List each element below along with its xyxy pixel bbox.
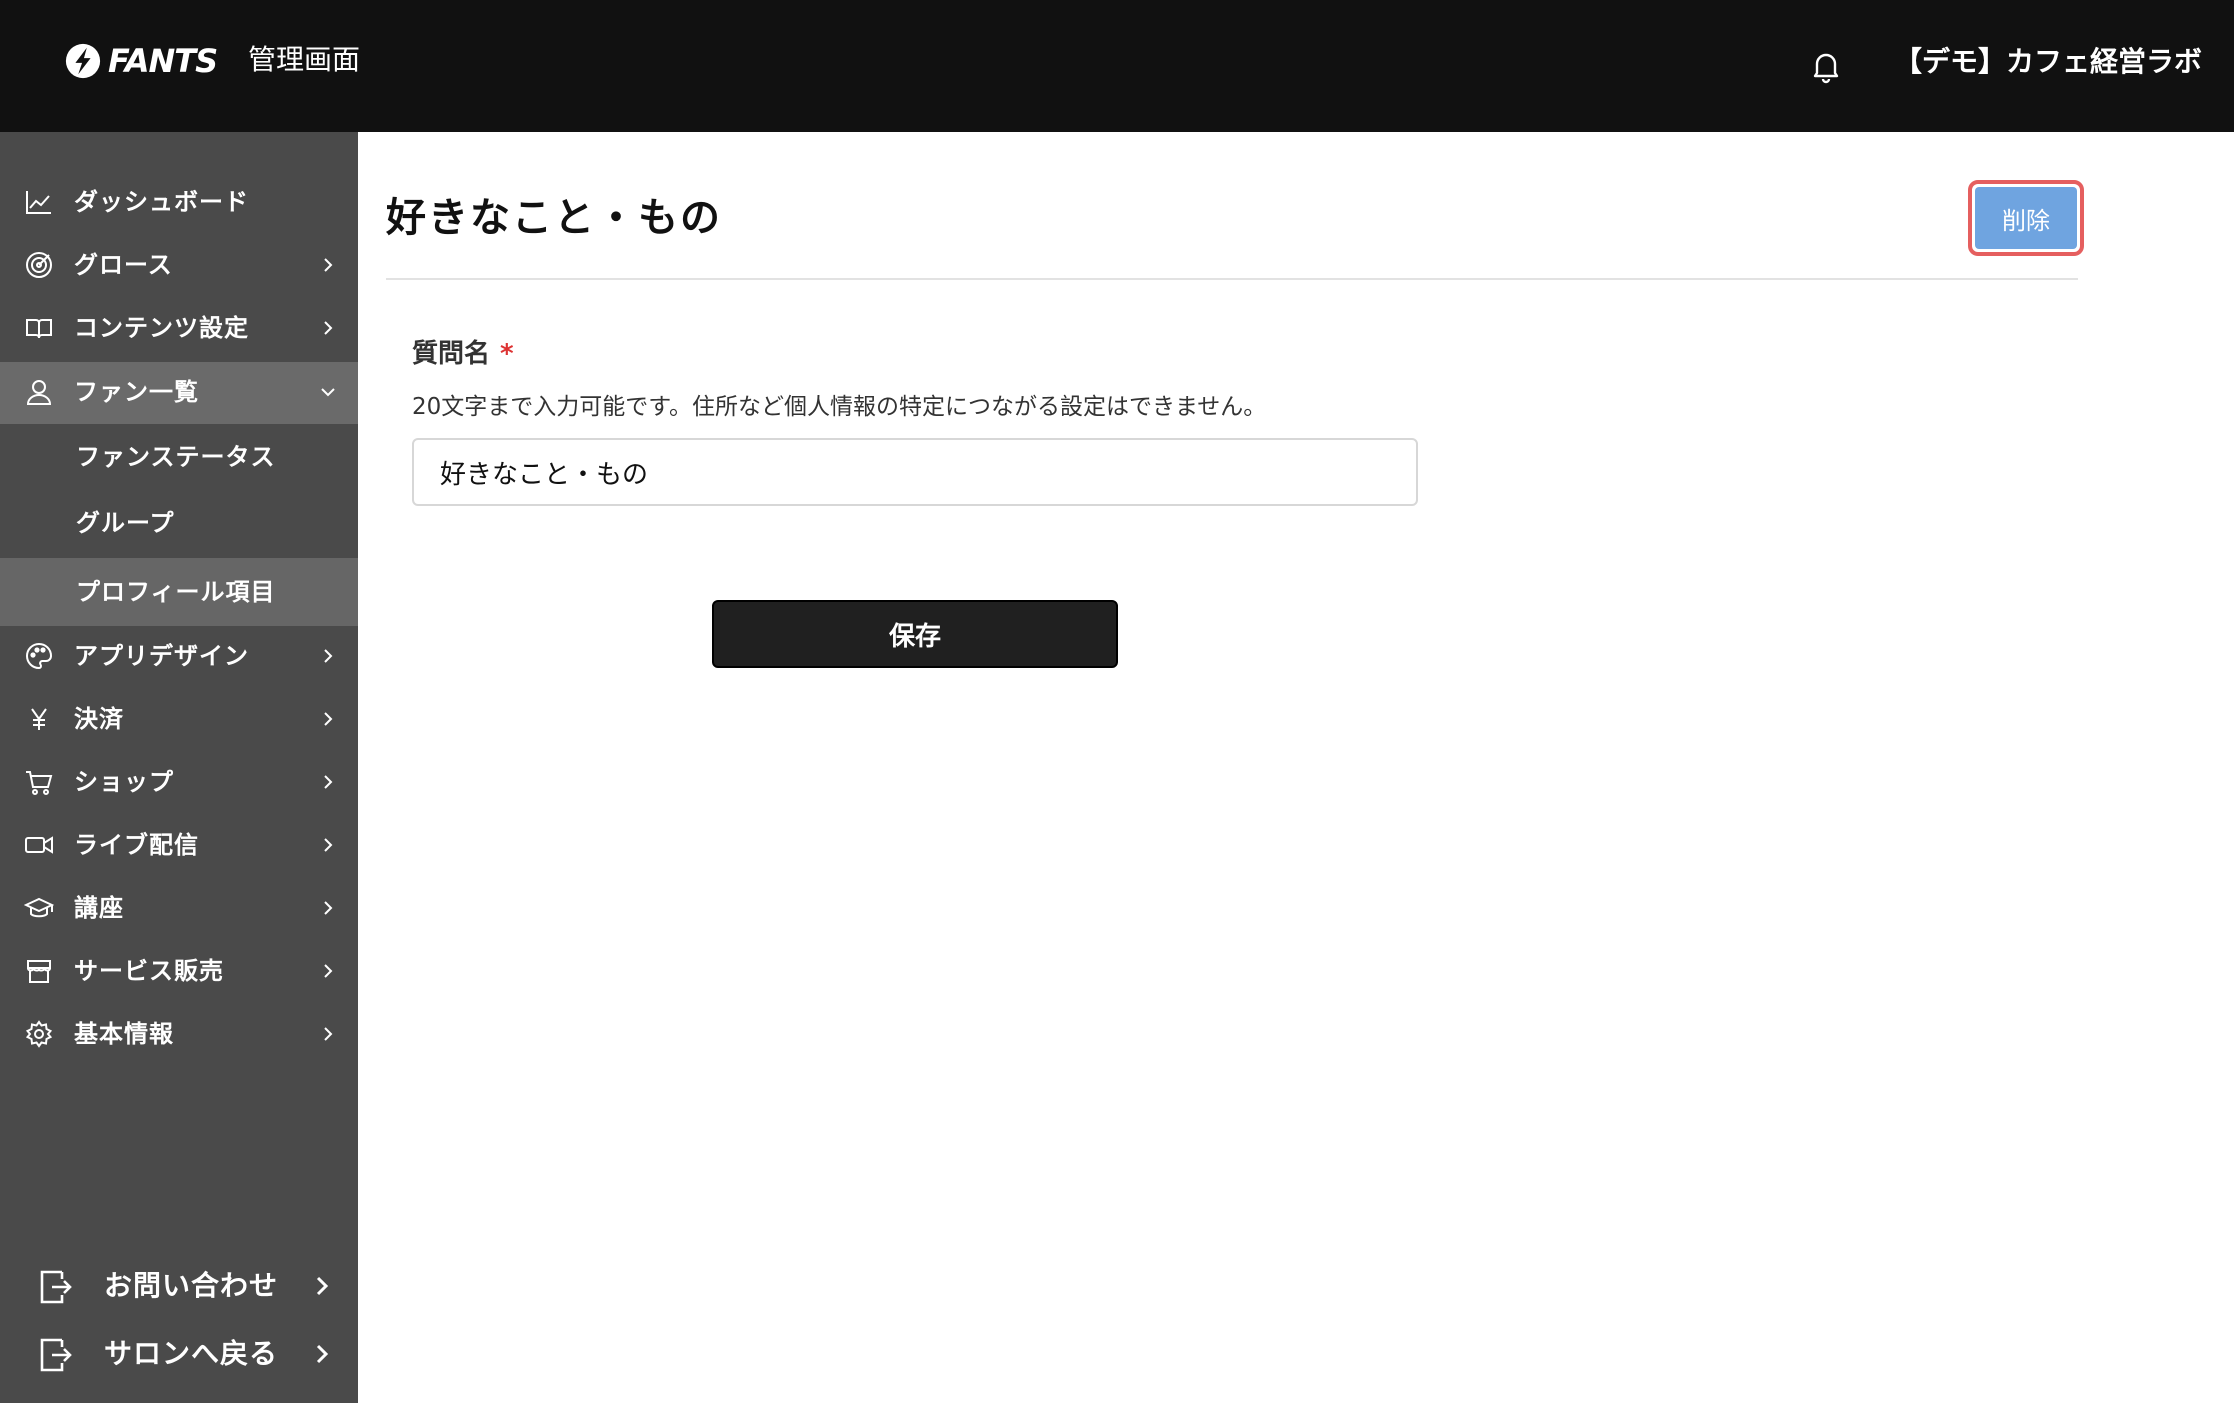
gear-icon [24, 1019, 56, 1049]
sidebar-item-label: ファン一覧 [74, 378, 199, 406]
sidebar: ダッシュボード グロース コンテンツ設定 ファン一覧 ファンステータス グループ… [0, 132, 358, 1403]
sidebar-footer-label: お問い合わせ [104, 1269, 279, 1302]
chevron-right-icon [310, 1274, 334, 1298]
sidebar-subitem-label: ファンステータス [76, 443, 276, 471]
question-name-label: 質問名 * [412, 334, 514, 374]
sidebar-item-label: グロース [74, 251, 173, 279]
chevron-right-icon [318, 772, 338, 792]
exit-icon [38, 1268, 74, 1306]
fants-logo-icon [65, 43, 101, 79]
notification-bell-icon[interactable] [1806, 46, 1846, 86]
required-mark: * [500, 339, 514, 369]
palette-icon [24, 641, 56, 671]
yen-icon [24, 704, 56, 734]
sidebar-subitem-label: グループ [76, 509, 175, 537]
sidebar-item-growth[interactable]: グロース [0, 235, 358, 295]
sidebar-subitem-profile-fields[interactable]: プロフィール項目 [0, 558, 358, 626]
chevron-right-icon [318, 1024, 338, 1044]
sidebar-subitem-label: プロフィール項目 [76, 578, 276, 606]
store-icon [24, 956, 56, 986]
delete-button-label: 削除 [1975, 187, 2077, 249]
exit-icon [38, 1336, 74, 1374]
sidebar-item-label: ショップ [74, 768, 174, 796]
sidebar-item-shop[interactable]: ショップ [0, 752, 358, 812]
sidebar-item-course[interactable]: 講座 [0, 878, 358, 938]
graduation-cap-icon [23, 893, 56, 923]
question-name-label-text: 質問名 [412, 339, 491, 369]
sidebar-footer-back-to-salon[interactable]: サロンへ戻る [0, 1322, 358, 1386]
question-name-input[interactable] [412, 438, 1418, 506]
user-icon [24, 377, 56, 407]
sidebar-item-label: 基本情報 [74, 1020, 174, 1048]
cart-icon [24, 767, 56, 797]
chevron-right-icon [318, 961, 338, 981]
sidebar-footer-contact[interactable]: お問い合わせ [0, 1254, 358, 1318]
book-icon [24, 313, 56, 343]
sidebar-item-payment[interactable]: 決済 [0, 689, 358, 749]
sidebar-item-label: 決済 [74, 705, 124, 733]
sidebar-item-label: アプリデザイン [74, 642, 249, 670]
chevron-right-icon [318, 709, 338, 729]
chevron-right-icon [318, 835, 338, 855]
brand-name: FANTS [108, 42, 218, 80]
organization-name[interactable]: 【デモ】カフェ経営ラボ [1894, 42, 2202, 82]
chevron-right-icon [310, 1342, 334, 1366]
video-icon [24, 830, 56, 860]
sidebar-item-fans[interactable]: ファン一覧 [0, 362, 358, 424]
sidebar-item-contents[interactable]: コンテンツ設定 [0, 298, 358, 358]
chart-line-icon [24, 187, 56, 217]
chevron-right-icon [318, 318, 338, 338]
sidebar-item-label: ダッシュボード [74, 188, 249, 216]
sidebar-item-app-design[interactable]: アプリデザイン [0, 626, 358, 686]
delete-button[interactable]: 削除 [1968, 180, 2084, 256]
sidebar-item-service-sales[interactable]: サービス販売 [0, 941, 358, 1001]
sidebar-item-label: コンテンツ設定 [74, 314, 249, 342]
sidebar-item-label: 講座 [74, 894, 124, 922]
chevron-right-icon [318, 255, 338, 275]
target-icon [24, 250, 56, 280]
question-name-help-text: 20文字まで入力可能です。住所など個人情報の特定につながる設定はできません。 [412, 394, 1267, 420]
save-button[interactable]: 保存 [712, 600, 1118, 668]
sidebar-item-basic-info[interactable]: 基本情報 [0, 1004, 358, 1064]
chevron-right-icon [318, 898, 338, 918]
sidebar-subitem-fan-status[interactable]: ファンステータス [0, 424, 358, 490]
sidebar-item-dashboard[interactable]: ダッシュボード [0, 172, 358, 232]
page-title: 好きなこと・もの [386, 195, 722, 241]
sidebar-subitem-group[interactable]: グループ [0, 490, 358, 556]
brand-logo[interactable]: FANTS [64, 38, 218, 84]
chevron-down-icon [318, 382, 338, 402]
sidebar-item-live[interactable]: ライブ配信 [0, 815, 358, 875]
chevron-right-icon [318, 646, 338, 666]
sidebar-item-label: ライブ配信 [74, 831, 199, 859]
admin-title: 管理画面 [248, 43, 361, 76]
top-header: FANTS 管理画面 【デモ】カフェ経営ラボ [0, 0, 2234, 132]
sidebar-footer-label: サロンへ戻る [104, 1337, 279, 1370]
title-divider [386, 278, 2078, 280]
sidebar-item-label: サービス販売 [74, 957, 224, 985]
